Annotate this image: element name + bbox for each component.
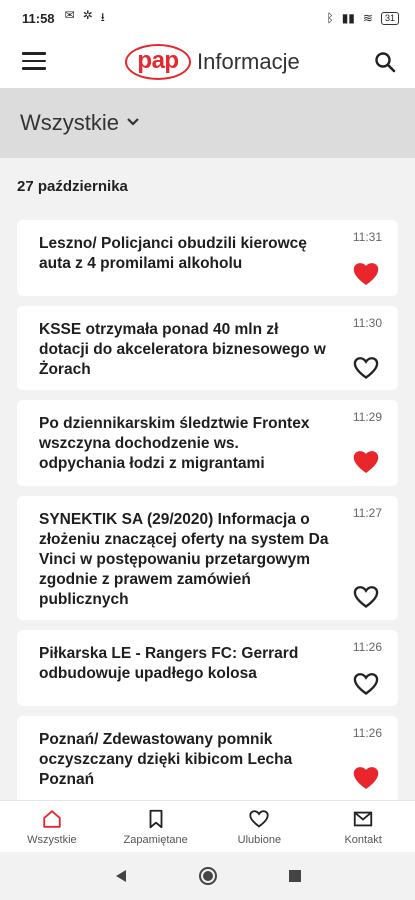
article-title: Poznań/ Zdewastowany pomnik oczyszczany … [39,731,293,788]
article-title: Po dziennikarskim śledztwie Frontex wszc… [39,415,310,472]
nav-item-kontakt[interactable]: Kontakt [311,801,415,852]
article-card[interactable]: SYNEKTIK SA (29/2020) Informacja o złoże… [17,496,398,620]
status-time: 11:58 [22,10,55,26]
heart-icon[interactable] [352,670,380,696]
article-title: KSSE otrzymała ponad 40 mln zł dotacji d… [39,321,326,378]
article-title: SYNEKTIK SA (29/2020) Informacja o złoże… [39,511,329,608]
article-title: Piłkarska LE - Rangers FC: Gerrard odbud… [39,645,299,682]
category-filter-dropdown[interactable]: Wszystkie [0,88,415,158]
article-card[interactable]: Piłkarska LE - Rangers FC: Gerrard odbud… [17,630,398,706]
app-title: Informacje [197,49,300,74]
app-bar: pap Informacje [0,36,415,88]
article-time: 11:31 [352,230,382,244]
message-icon: ✉ [64,7,75,22]
system-navigation-bar [0,852,415,900]
bluetooth-icon: ᛒ [326,11,334,25]
nav-item-ulubione[interactable]: Ulubione [208,801,312,852]
bottom-navigation: Wszystkie Zapamiętane Ulubione Kontakt [0,800,415,852]
pap-logo: pap [125,44,191,80]
heart-icon[interactable] [352,583,380,609]
nav-label: Kontakt [344,833,382,846]
settings-icon: ✲ [82,7,93,22]
heart-icon [249,809,270,827]
heart-icon[interactable] [352,448,380,474]
article-card[interactable]: Leszno/ Policjanci obudzili kierowcę aut… [17,220,398,296]
chevron-down-icon [125,115,141,133]
battery-icon: 31 [380,11,399,25]
recents-icon[interactable] [288,869,302,883]
home-icon [43,809,61,828]
filter-label: Wszystkie [20,110,119,135]
date-header: 27 października [17,178,128,195]
nav-item-wszystkie[interactable]: Wszystkie [0,801,104,852]
back-icon[interactable] [114,868,128,884]
article-time: 11:30 [352,316,382,330]
search-icon[interactable] [373,50,397,74]
article-time: 11:26 [352,640,382,654]
article-time: 11:29 [352,410,382,424]
mail-icon [353,811,373,826]
nav-label: Wszystkie [27,833,77,846]
menu-icon[interactable] [22,52,46,72]
nav-label: Ulubione [237,833,282,846]
article-time: 11:26 [352,726,382,740]
download-icon: ⭳ [100,9,105,24]
heart-icon[interactable] [352,260,380,286]
heart-icon[interactable] [352,354,380,380]
article-title: Leszno/ Policjanci obudzili kierowcę aut… [39,235,307,272]
home-button-icon[interactable] [198,866,218,886]
heart-icon[interactable] [352,764,380,790]
status-bar: 11:58 ✉ ✲ ⭳ ᛒ ▮▮ ≋ 31 [0,0,415,36]
wifi-icon: ≋ [362,11,373,25]
article-time: 11:27 [352,506,382,520]
bookmark-icon [149,809,163,828]
nav-item-zapamietane[interactable]: Zapamiętane [104,801,208,852]
signal-icon: ▮▮ [341,11,355,25]
nav-label: Zapamiętane [123,833,188,846]
article-card[interactable]: KSSE otrzymała ponad 40 mln zł dotacji d… [17,306,398,390]
article-card[interactable]: Po dziennikarskim śledztwie Frontex wszc… [17,400,398,486]
article-card[interactable]: Poznań/ Zdewastowany pomnik oczyszczany … [17,716,398,806]
brand: pap Informacje [125,44,300,80]
